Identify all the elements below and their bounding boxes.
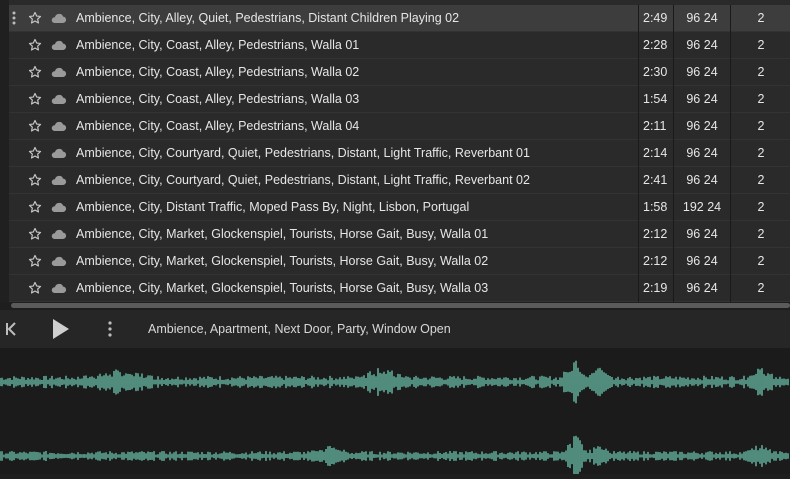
sound-channels: 2 xyxy=(730,140,790,167)
play-icon[interactable] xyxy=(50,310,72,348)
waveform-display[interactable] xyxy=(0,348,790,477)
sound-name: Ambience, City, Coast, Alley, Pedestrian… xyxy=(76,38,360,52)
table-row[interactable]: Ambience, City, Coast, Alley, Pedestrian… xyxy=(9,113,790,140)
star-outline-icon[interactable] xyxy=(28,5,44,32)
star-outline-icon[interactable] xyxy=(28,248,44,275)
star-outline-icon[interactable] xyxy=(28,167,44,194)
sound-channels: 2 xyxy=(730,221,790,248)
waveform-channel xyxy=(0,435,789,477)
sound-duration: 2:49 xyxy=(638,5,677,32)
cloud-icon xyxy=(50,194,68,221)
more-vertical-icon[interactable] xyxy=(11,5,25,32)
sound-format: 96 24 xyxy=(673,275,730,302)
sound-format: 96 24 xyxy=(673,59,730,86)
cloud-icon xyxy=(50,5,68,32)
table-row[interactable]: Ambience, City, Coast, Alley, Pedestrian… xyxy=(9,32,790,59)
sound-duration: 2:30 xyxy=(638,59,677,86)
sound-channels: 2 xyxy=(730,275,790,302)
sound-list: Ambience, City, Alley, Quiet, Pedestrian… xyxy=(0,0,790,302)
sound-name: Ambience, City, Courtyard, Quiet, Pedest… xyxy=(76,173,530,187)
sound-format: 96 24 xyxy=(673,5,730,32)
sound-duration: 2:12 xyxy=(638,221,677,248)
sound-duration: 1:54 xyxy=(638,86,677,113)
cloud-icon xyxy=(50,86,68,113)
sound-duration: 2:12 xyxy=(638,248,677,275)
waveform-graphic xyxy=(0,360,789,477)
cloud-icon xyxy=(50,59,68,86)
sound-format: 96 24 xyxy=(673,140,730,167)
sound-name: Ambience, City, Market, Glockenspiel, To… xyxy=(76,254,489,268)
star-outline-icon[interactable] xyxy=(28,32,44,59)
sound-name: Ambience, City, Distant Traffic, Moped P… xyxy=(76,200,470,214)
cloud-icon xyxy=(50,275,68,302)
star-outline-icon[interactable] xyxy=(28,86,44,113)
star-outline-icon[interactable] xyxy=(28,113,44,140)
sound-duration: 2:28 xyxy=(638,32,677,59)
sound-channels: 2 xyxy=(730,194,790,221)
sound-format: 96 24 xyxy=(673,86,730,113)
sound-name: Ambience, City, Coast, Alley, Pedestrian… xyxy=(76,65,360,79)
table-row[interactable]: Ambience, City, Courtyard, Quiet, Pedest… xyxy=(9,167,790,194)
sound-duration: 2:11 xyxy=(638,113,677,140)
sound-channels: 2 xyxy=(730,5,790,32)
cloud-icon xyxy=(50,140,68,167)
skip-back-icon[interactable] xyxy=(4,310,20,348)
cloud-icon xyxy=(50,113,68,140)
sound-name: Ambience, City, Market, Glockenspiel, To… xyxy=(76,227,489,241)
sound-format: 96 24 xyxy=(673,32,730,59)
sound-name: Ambience, City, Coast, Alley, Pedestrian… xyxy=(76,119,360,133)
sound-duration: 2:41 xyxy=(638,167,677,194)
sound-channels: 2 xyxy=(730,32,790,59)
sound-format: 96 24 xyxy=(673,167,730,194)
more-vertical-icon[interactable] xyxy=(104,310,116,348)
list-left-gutter xyxy=(0,0,9,302)
table-row[interactable]: Ambience, City, Alley, Quiet, Pedestrian… xyxy=(9,5,790,32)
horizontal-scrollbar[interactable] xyxy=(0,302,790,310)
cloud-icon xyxy=(50,167,68,194)
cloud-icon xyxy=(50,221,68,248)
star-outline-icon[interactable] xyxy=(28,275,44,302)
star-outline-icon[interactable] xyxy=(28,59,44,86)
table-row[interactable]: Ambience, City, Market, Glockenspiel, To… xyxy=(9,275,790,302)
star-outline-icon[interactable] xyxy=(28,221,44,248)
cloud-icon xyxy=(50,32,68,59)
sound-name: Ambience, City, Courtyard, Quiet, Pedest… xyxy=(76,146,530,160)
now-playing-title: Ambience, Apartment, Next Door, Party, W… xyxy=(148,322,451,336)
sound-channels: 2 xyxy=(730,167,790,194)
sound-channels: 2 xyxy=(730,248,790,275)
sound-channels: 2 xyxy=(730,86,790,113)
sound-duration: 1:58 xyxy=(638,194,677,221)
star-outline-icon[interactable] xyxy=(28,140,44,167)
sound-channels: 2 xyxy=(730,113,790,140)
star-outline-icon[interactable] xyxy=(28,194,44,221)
sound-format: 96 24 xyxy=(673,113,730,140)
table-row[interactable]: Ambience, City, Market, Glockenspiel, To… xyxy=(9,248,790,275)
sound-channels: 2 xyxy=(730,59,790,86)
sound-duration: 2:19 xyxy=(638,275,677,302)
table-row[interactable]: Ambience, City, Distant Traffic, Moped P… xyxy=(9,194,790,221)
table-row[interactable]: Ambience, City, Courtyard, Quiet, Pedest… xyxy=(9,140,790,167)
table-row[interactable]: Ambience, City, Market, Glockenspiel, To… xyxy=(9,221,790,248)
player-bar: Ambience, Apartment, Next Door, Party, W… xyxy=(0,310,790,348)
sound-duration: 2:14 xyxy=(638,140,677,167)
sound-name: Ambience, City, Market, Glockenspiel, To… xyxy=(76,281,489,295)
sound-name: Ambience, City, Alley, Quiet, Pedestrian… xyxy=(76,11,460,25)
sound-format: 96 24 xyxy=(673,248,730,275)
sound-format: 192 24 xyxy=(673,194,730,221)
sound-format: 96 24 xyxy=(673,221,730,248)
table-row[interactable]: Ambience, City, Coast, Alley, Pedestrian… xyxy=(9,86,790,113)
table-row[interactable]: Ambience, City, Coast, Alley, Pedestrian… xyxy=(9,59,790,86)
cloud-icon xyxy=(50,248,68,275)
waveform-channel xyxy=(0,360,789,404)
sound-name: Ambience, City, Coast, Alley, Pedestrian… xyxy=(76,92,360,106)
scrollbar-thumb[interactable] xyxy=(11,303,790,308)
